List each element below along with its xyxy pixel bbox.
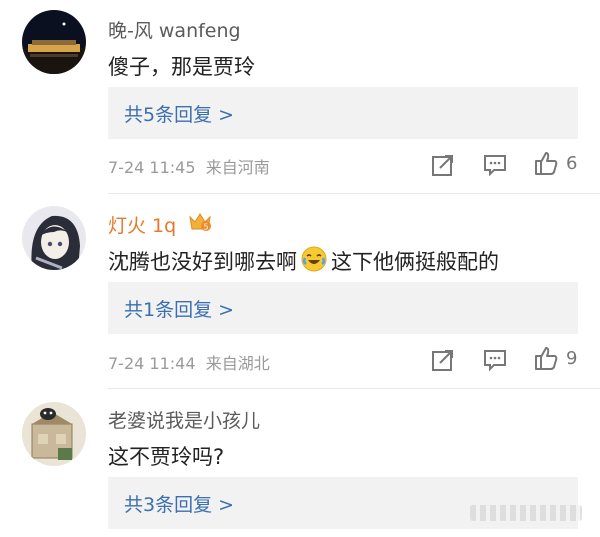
replies-button[interactable]: 共3条回复 > xyxy=(108,477,578,529)
comment-text-part: 沈腾也没好到哪去啊 xyxy=(108,250,297,274)
comment-meta: 7-24 11:45 来自河南 xyxy=(108,154,270,178)
comment-text: 沈腾也没好到哪去啊 这下他俩挺般配的 xyxy=(108,246,499,279)
comment-meta: 7-24 11:44 来自湖北 xyxy=(108,350,270,374)
like-icon[interactable] xyxy=(533,345,559,371)
crown-badge-icon: 5 xyxy=(188,211,212,238)
comment-text-part: 这下他俩挺般配的 xyxy=(331,250,499,274)
timestamp: 7-24 11:44 xyxy=(108,354,196,373)
replies-button[interactable]: 共1条回复 > xyxy=(108,282,578,334)
username[interactable]: 灯火 1q 5 xyxy=(108,211,212,240)
share-icon[interactable] xyxy=(430,152,456,178)
replies-button[interactable]: 共5条回复 > xyxy=(108,87,578,139)
divider xyxy=(108,388,600,389)
location: 来自湖北 xyxy=(205,354,270,373)
timestamp: 7-24 11:45 xyxy=(108,158,196,177)
avatar[interactable] xyxy=(22,402,86,466)
replies-label: 共5条回复 > xyxy=(124,104,235,126)
comment-text: 这不贾玲吗? xyxy=(108,445,225,469)
location: 来自河南 xyxy=(205,158,270,177)
username[interactable]: 老婆说我是小孩儿 xyxy=(108,406,260,433)
like-icon[interactable] xyxy=(533,150,559,176)
divider xyxy=(108,193,600,194)
avatar[interactable] xyxy=(22,10,86,74)
comment-icon[interactable] xyxy=(482,152,508,178)
avatar[interactable] xyxy=(22,206,86,270)
laugh-cry-emoji xyxy=(301,246,327,277)
username[interactable]: 晚-风 wanfeng xyxy=(108,16,241,43)
replies-label: 共3条回复 > xyxy=(124,494,235,516)
replies-label: 共1条回复 > xyxy=(124,299,235,321)
badge-level: 5 xyxy=(204,223,209,232)
watermark xyxy=(470,505,582,521)
share-icon[interactable] xyxy=(430,347,456,373)
like-count: 6 xyxy=(566,153,578,174)
username-text: 灯火 1q xyxy=(108,215,177,237)
like-count: 9 xyxy=(566,348,578,369)
comment-text: 傻子，那是贾玲 xyxy=(108,55,255,79)
comment-icon[interactable] xyxy=(482,347,508,373)
